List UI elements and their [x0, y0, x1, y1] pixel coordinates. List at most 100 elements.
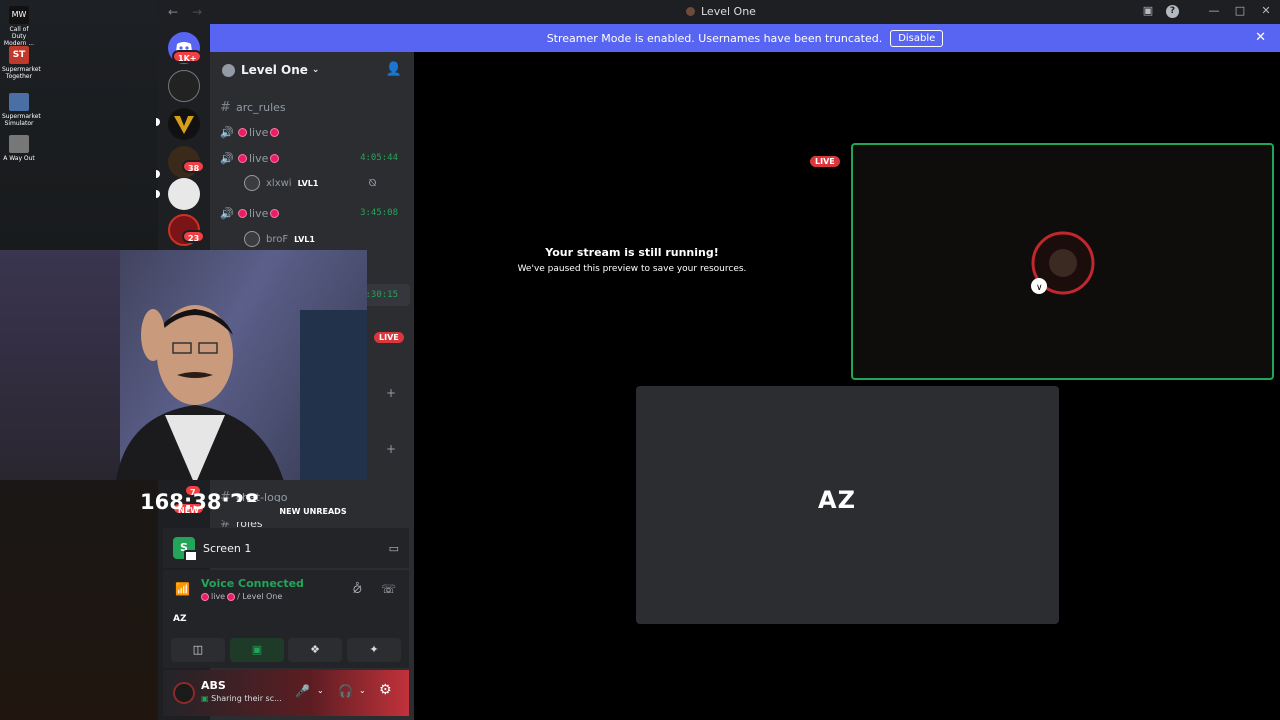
connection-signal-icon: 📶 — [175, 582, 190, 596]
channel-timer: 3:45:08 — [360, 208, 398, 218]
live-dot-icon — [238, 153, 247, 163]
avatar — [244, 175, 260, 191]
voice-channel-live-3[interactable]: 🔊 live 3:45:08 — [220, 202, 410, 224]
close-icon[interactable]: ✕ — [1255, 30, 1266, 45]
activities-icon: ❖ — [310, 643, 320, 656]
add-channel-icon[interactable]: + — [386, 386, 396, 400]
server-icon-4[interactable]: 38 — [168, 146, 206, 178]
speaker-icon: 🔊 — [220, 125, 234, 139]
muted-deafened-icon: ⦰ — [368, 177, 377, 189]
avatar[interactable] — [173, 682, 195, 704]
self-video-tile[interactable]: ∨ — [851, 143, 1274, 380]
voice-channel-name: live — [211, 592, 226, 601]
camera-button[interactable]: ◫ — [171, 638, 225, 662]
supermarket-together-icon: ST — [9, 46, 29, 64]
webcam-overlay — [0, 250, 367, 480]
user-settings-gear-icon[interactable]: ⚙ — [379, 682, 392, 698]
voice-server-name: / Level One — [237, 592, 283, 601]
voice-channel-live-2[interactable]: 🔊 live 4:05:44 — [220, 147, 410, 169]
user-status: ▣ Sharing their sc... — [201, 694, 282, 703]
supermarket-simulator-icon — [9, 93, 29, 111]
desktop-icon-a-way-out[interactable]: A Way Out — [2, 135, 36, 162]
invite-people-icon[interactable]: 👤 — [386, 62, 402, 77]
noise-suppression-icon[interactable]: ⦲ — [353, 582, 362, 597]
disable-button[interactable]: Disable — [890, 29, 944, 47]
user-avatar-ring: ∨ — [1031, 231, 1095, 295]
live-badge: LIVE — [374, 332, 404, 343]
username: xlxwi — [266, 177, 292, 189]
soundboard-button[interactable]: ✦ — [347, 638, 401, 662]
inbox-icon[interactable]: ▣ — [1140, 3, 1156, 19]
server-icon-level-one[interactable] — [168, 108, 200, 140]
channel-label: live — [249, 151, 269, 165]
home-button[interactable]: 1K+ — [168, 32, 203, 64]
live-badge: LIVE — [810, 156, 840, 167]
live-dot-icon — [227, 592, 236, 601]
disconnect-icon[interactable]: ☏ — [381, 582, 396, 596]
text-channel-icon: # — [220, 99, 231, 115]
desktop-icon-supermarket-simulator[interactable]: Supermarket Simulator — [2, 93, 41, 127]
forward-arrow-icon[interactable]: → — [192, 5, 206, 19]
chevron-down-icon[interactable]: ⌄ — [317, 686, 324, 695]
desktop-icon-supermarket-together[interactable]: ST Supermarket Together — [2, 46, 41, 80]
channel-label: arc_rules — [236, 100, 286, 114]
voice-connected-title[interactable]: Voice Connected — [201, 577, 304, 590]
screen-icon: S — [173, 537, 198, 562]
az-logo: AZ — [818, 486, 856, 514]
back-arrow-icon[interactable]: ← — [168, 5, 182, 19]
voice-channel-path[interactable]: live / Level One — [201, 592, 282, 601]
new-unreads-bar[interactable]: NEW UNREADS — [218, 502, 408, 522]
unread-pill — [156, 190, 160, 198]
avatar — [244, 231, 260, 247]
stop-stream-icon[interactable]: ▭ — [389, 542, 399, 555]
headphones-icon[interactable]: 🎧 — [338, 684, 353, 698]
soundboard-icon: ✦ — [369, 643, 379, 656]
activities-button[interactable]: ❖ — [288, 638, 342, 662]
channel-arc-rules[interactable]: # arc_rules — [220, 96, 410, 118]
minimize-icon[interactable]: — — [1206, 3, 1222, 19]
user-panel: ABS ▣ Sharing their sc... 🎤 ⌄ 🎧 ⌄ ⚙ — [163, 670, 409, 716]
chevron-down-icon[interactable]: ⌄ — [359, 686, 366, 695]
live-dot-icon — [238, 127, 247, 137]
server-name: Level One — [241, 63, 308, 77]
live-dot-icon — [201, 592, 209, 601]
desktop-icon-label: Supermarket Together — [2, 66, 41, 80]
live-dot-icon — [270, 153, 280, 163]
server-icon-1[interactable] — [168, 70, 200, 102]
channel-timer: 4:05:44 — [360, 153, 398, 163]
channel-label: live — [249, 125, 269, 139]
server-icon-6[interactable]: 23 — [168, 214, 206, 246]
level-tag: LVL1 — [297, 178, 319, 188]
live-dot-icon — [270, 127, 280, 137]
svg-text:∨: ∨ — [1036, 283, 1043, 293]
mention-badge: 23 — [182, 230, 206, 243]
desktop-icon-cod[interactable]: MW Call of Duty Modern ... — [2, 6, 36, 47]
unread-pill — [156, 170, 160, 178]
screen-share-button[interactable]: ▣ — [230, 638, 284, 662]
screen-share-status-icon: ▣ — [201, 694, 209, 703]
server-icon-5[interactable] — [168, 178, 200, 210]
stream-paused-subtitle: We've paused this preview to save your r… — [517, 264, 747, 274]
speaker-icon: 🔊 — [220, 151, 234, 165]
live-dot-icon — [270, 208, 280, 218]
desktop-icon-label: Supermarket Simulator — [2, 113, 41, 127]
help-icon[interactable]: ? — [1166, 5, 1179, 18]
add-channel-icon[interactable]: + — [386, 442, 396, 456]
chevron-down-icon: ⌄ — [311, 65, 320, 75]
microphone-icon[interactable]: 🎤 — [295, 684, 310, 698]
voice-user-brof[interactable]: broF LVL1 — [244, 228, 315, 250]
maximize-icon[interactable]: □ — [1232, 3, 1248, 19]
username: broF — [266, 233, 289, 245]
live-dot-icon — [238, 208, 247, 218]
server-icon — [686, 7, 695, 16]
server-header[interactable]: Level One ⌄ 👤 — [210, 52, 414, 88]
voice-user-xlxwi[interactable]: xlxwi LVL1 ⦰ — [244, 172, 376, 194]
camera-off-icon: ◫ — [192, 643, 204, 656]
title-bar: ← → Level One ▣ ? — □ ✕ — [158, 0, 1280, 24]
background-shelf — [300, 310, 367, 480]
close-window-icon[interactable]: ✕ — [1258, 3, 1274, 19]
a-way-out-icon — [9, 135, 29, 153]
user-status-text: Sharing their sc... — [211, 694, 282, 703]
screen-share-tile[interactable]: AZ — [636, 386, 1059, 624]
voice-channel-live-1[interactable]: 🔊 live — [220, 121, 410, 143]
